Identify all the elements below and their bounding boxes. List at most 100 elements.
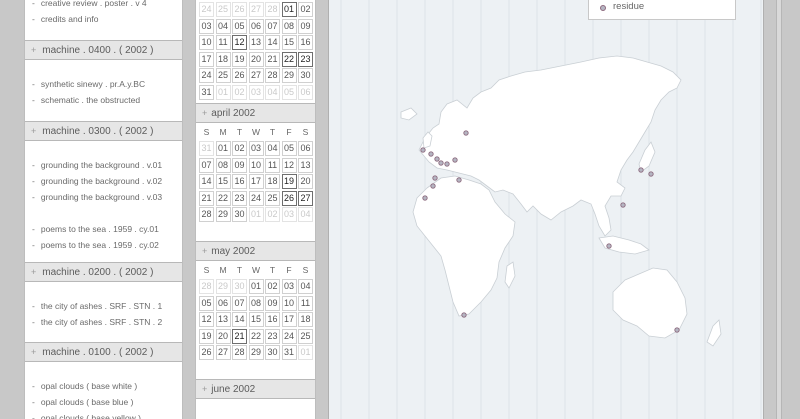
calendar-day[interactable]: 27 [248,2,264,17]
project-link[interactable]: - grounding the background . v.01 [25,157,182,173]
calendar-day[interactable]: 12 [199,312,214,327]
calendar-day[interactable]: 12 [281,157,297,173]
calendar-day[interactable]: 03 [248,141,264,156]
calendar-day[interactable]: 10 [281,295,297,311]
calendar-day[interactable]: 08 [281,18,297,34]
calendar-day[interactable]: 24 [199,68,214,83]
month-header[interactable]: + june 2002 [196,379,315,399]
calendar-day[interactable]: 01 [248,279,264,294]
calendar-day[interactable]: 31 [199,84,214,100]
residue-marker[interactable] [438,160,444,166]
calendar-day[interactable]: 01 [298,345,313,360]
calendar-day[interactable]: 07 [199,157,214,173]
residue-marker[interactable] [674,327,680,333]
calendar-day[interactable]: 24 [281,328,297,344]
calendar-day[interactable]: 05 [281,84,297,100]
calendar-day[interactable]: 05 [199,295,214,311]
calendar-day[interactable]: 28 [265,68,280,83]
calendar-day[interactable]: 26 [232,2,247,17]
calendar-day[interactable]: 17 [248,174,264,189]
calendar-day[interactable]: 18 [215,51,231,67]
calendar-day[interactable]: 26 [281,190,297,206]
calendar-day[interactable]: 22 [281,51,297,67]
project-link[interactable]: - opal clouds ( base white ) [25,378,182,394]
calendar-day[interactable]: 04 [265,84,280,100]
project-link[interactable]: - the city of ashes . SRF . STN . 2 [25,314,182,330]
calendar-day[interactable]: 30 [298,68,313,83]
project-link[interactable]: - schematic . the obstructed [25,92,182,108]
month-header[interactable]: + may 2002 [196,241,315,261]
project-link[interactable]: - opal clouds ( base yellow ) [25,410,182,419]
calendar-day[interactable]: 28 [199,279,214,294]
calendar-day[interactable]: 30 [232,207,247,222]
calendar-day[interactable]: 04 [265,141,280,156]
calendar-day[interactable]: 25 [215,2,231,17]
map-panel[interactable]: residue [328,0,764,419]
calendar-day[interactable]: 19 [281,174,297,189]
calendar-day[interactable]: 24 [199,2,214,17]
calendar-day[interactable]: 08 [248,295,264,311]
scrollbar[interactable] [776,0,782,419]
project-link[interactable]: - credits and info [25,11,182,27]
calendar-day[interactable]: 24 [248,190,264,206]
calendar-day[interactable]: 30 [232,279,247,294]
calendar-day[interactable]: 06 [248,18,264,34]
calendar-day[interactable]: 19 [199,328,214,344]
calendar-day[interactable]: 14 [232,312,247,327]
calendar-day[interactable]: 10 [199,35,214,50]
calendar-day[interactable]: 18 [298,312,313,327]
calendar-day[interactable]: 12 [232,35,247,50]
residue-marker[interactable] [452,157,458,163]
calendar-day[interactable]: 29 [215,207,231,222]
calendar-day[interactable]: 04 [215,18,231,34]
calendar-day[interactable]: 01 [248,207,264,222]
residue-marker[interactable] [463,130,469,136]
residue-marker[interactable] [420,147,426,153]
residue-marker[interactable] [444,161,450,167]
calendar-day[interactable]: 22 [215,190,231,206]
calendar-day[interactable]: 02 [265,207,280,222]
project-link[interactable]: - grounding the background . v.02 [25,173,182,189]
calendar-day[interactable]: 05 [281,141,297,156]
calendar-day[interactable]: 09 [298,18,313,34]
calendar-day[interactable]: 15 [281,35,297,50]
residue-marker[interactable] [430,183,436,189]
calendar-day[interactable]: 31 [199,141,214,156]
section-header[interactable]: + machine . 0300 . ( 2002 ) [25,121,182,141]
calendar-day[interactable]: 29 [281,68,297,83]
calendar-day[interactable]: 03 [199,18,214,34]
calendar-day[interactable]: 02 [232,141,247,156]
calendar-day[interactable]: 01 [215,84,231,100]
calendar-day[interactable]: 16 [265,312,280,327]
project-link[interactable]: - grounding the background . v.03 [25,189,182,205]
calendar-day[interactable]: 28 [199,207,214,222]
section-header[interactable]: + machine . 0200 . ( 2002 ) [25,262,182,282]
calendar-day[interactable]: 29 [215,279,231,294]
calendar-day[interactable]: 04 [298,207,313,222]
calendar-day[interactable]: 02 [232,84,247,100]
project-link[interactable]: - the city of ashes . SRF . STN . 1 [25,298,182,314]
calendar-day[interactable]: 21 [265,51,280,67]
residue-marker[interactable] [461,312,467,318]
calendar-day[interactable]: 26 [232,68,247,83]
calendar-day[interactable]: 17 [199,51,214,67]
calendar-day[interactable]: 30 [265,345,280,360]
calendar-day[interactable]: 20 [248,51,264,67]
calendar-day[interactable]: 15 [215,174,231,189]
calendar-day[interactable]: 03 [248,84,264,100]
calendar-day[interactable]: 22 [248,328,264,344]
calendar-day[interactable]: 29 [248,345,264,360]
calendar-day[interactable]: 28 [232,345,247,360]
calendar-day[interactable]: 23 [232,190,247,206]
residue-marker[interactable] [434,156,440,162]
world-map[interactable] [329,0,764,419]
calendar-day[interactable]: 23 [298,51,313,67]
calendar-day[interactable]: 23 [265,328,280,344]
calendar-day[interactable]: 05 [232,18,247,34]
calendar-day[interactable]: 04 [298,279,313,294]
calendar-day[interactable]: 06 [298,84,313,100]
residue-marker[interactable] [638,167,644,173]
calendar-day[interactable]: 11 [265,157,280,173]
calendar-day[interactable]: 16 [232,174,247,189]
calendar-day[interactable]: 26 [199,345,214,360]
